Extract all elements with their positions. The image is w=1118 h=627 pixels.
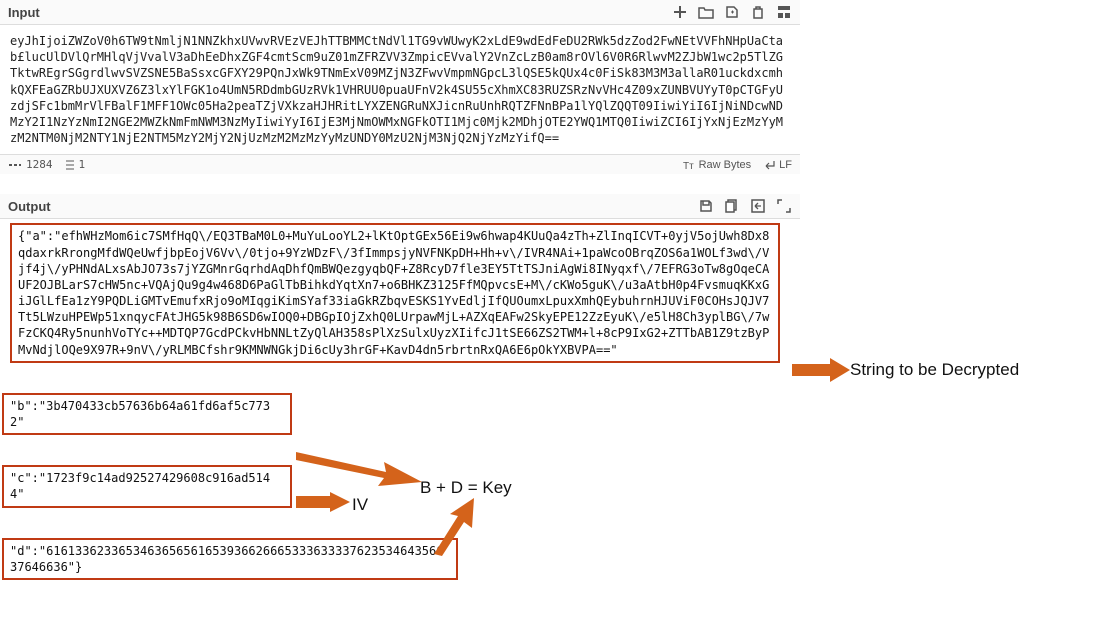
lines-value: 1 xyxy=(79,158,86,171)
open-folder-icon[interactable] xyxy=(698,4,714,20)
char-encoding-button[interactable]: Tт Raw Bytes xyxy=(683,159,752,171)
input-status-bar: 1284 1 Tт Raw Bytes LF xyxy=(0,154,800,174)
maximise-output-icon[interactable] xyxy=(776,198,792,214)
output-toolbar xyxy=(698,198,792,214)
annotation-iv: IV xyxy=(352,495,368,515)
output-panel-header: Output xyxy=(0,194,800,219)
output-field-c[interactable]: "c":"1723f9c14ad92527429608c916ad5144" xyxy=(2,465,292,507)
eol-label: LF xyxy=(779,159,792,171)
replace-input-icon[interactable] xyxy=(750,198,766,214)
annotation-key: B + D = Key xyxy=(420,478,512,498)
eol-button[interactable]: LF xyxy=(763,159,792,171)
length-indicator: 1284 xyxy=(8,158,53,171)
cyberchef-tool: Input eyJhIjoiZWZoV0h6TW9tNmljN1NNZkhxUV… xyxy=(0,0,800,363)
input-options-icon[interactable] xyxy=(776,4,792,20)
annotation-decrypt: String to be Decrypted xyxy=(850,360,1019,380)
arrow-b-to-key xyxy=(296,448,426,488)
output-field-a[interactable]: {"a":"efhWHzMom6ic7SMfHqQ\/EQ3TBaM0L0+Mu… xyxy=(10,223,780,363)
input-panel-header: Input xyxy=(0,0,800,25)
input-textarea[interactable]: eyJhIjoiZWZoV0h6TW9tNmljN1NNZkhxUVwvRVEz… xyxy=(0,25,800,154)
lines-indicator: 1 xyxy=(65,158,86,171)
arrow-a-to-decrypt xyxy=(792,358,852,382)
copy-output-icon[interactable] xyxy=(724,198,740,214)
output-field-b[interactable]: "b":"3b470433cb57636b64a61fd6af5c7732" xyxy=(2,393,292,435)
input-title: Input xyxy=(8,5,40,20)
arrow-d-to-key xyxy=(430,498,490,558)
svg-text:Tт: Tт xyxy=(683,161,694,171)
output-field-d[interactable]: "d":"61613362336534636565616539366266653… xyxy=(2,538,458,580)
open-file-icon[interactable] xyxy=(724,4,740,20)
save-output-icon[interactable] xyxy=(698,198,714,214)
char-encoding-label: Raw Bytes xyxy=(699,159,752,171)
clear-input-icon[interactable] xyxy=(750,4,766,20)
input-toolbar xyxy=(672,4,792,20)
arrow-c-to-iv xyxy=(296,492,352,512)
length-value: 1284 xyxy=(26,158,53,171)
add-input-icon[interactable] xyxy=(672,4,688,20)
output-title: Output xyxy=(8,199,51,214)
